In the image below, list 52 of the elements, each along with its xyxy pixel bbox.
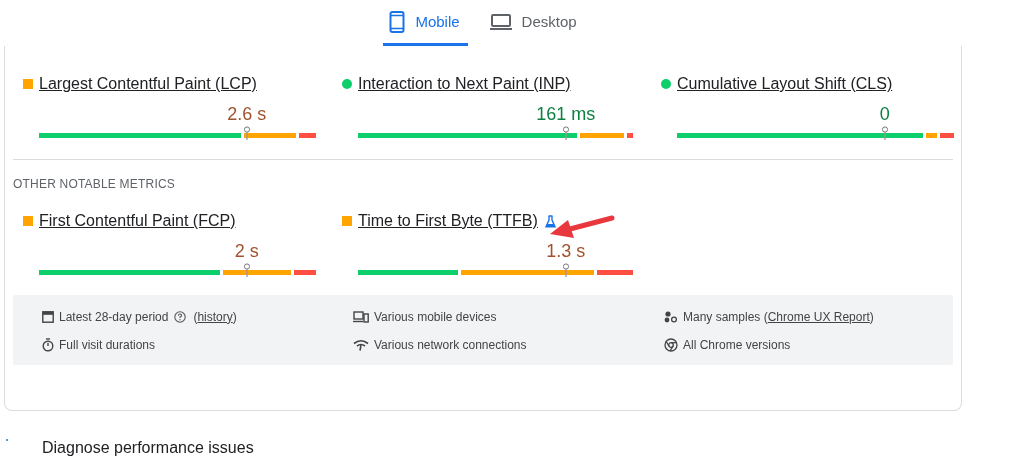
pin-marker [243, 126, 251, 140]
metric-value: 1.3 s [546, 241, 586, 261]
metric-title-link[interactable]: Largest Contentful Paint (LCP) [39, 75, 257, 93]
pin-marker [562, 263, 570, 277]
average-status-icon [23, 216, 33, 226]
metric-value: 2 s [234, 241, 259, 261]
distribution-segment [294, 270, 316, 275]
info-text: Various network connections [374, 337, 527, 352]
distribution-segment [926, 133, 938, 138]
device-tab[interactable]: Desktop [483, 0, 585, 46]
info-text: All Chrome versions [683, 337, 791, 352]
average-status-icon [23, 79, 33, 89]
metric-title-link[interactable]: Cumulative Layout Shift (CLS) [677, 75, 893, 93]
info-text: ( [193, 309, 198, 324]
info-text: Full visit durations [59, 337, 156, 352]
distribution-segment [627, 133, 633, 138]
pin-marker [881, 126, 889, 140]
metric-title-link[interactable]: Time to First Byte (TTFB) [358, 212, 538, 230]
info-text: Many samples ( [683, 309, 768, 324]
metric-title-link[interactable]: First Contentful Paint (FCP) [39, 212, 236, 230]
section-title: Diagnose performance issues [42, 439, 254, 457]
metric-value: 2.6 s [227, 104, 267, 124]
distribution-segment [299, 133, 316, 138]
metric-value: 0 [879, 104, 890, 124]
pin-marker [243, 263, 251, 277]
info-text: ) [232, 309, 237, 324]
info-text: Latest 28-day period [59, 309, 169, 324]
wifi-icon [353, 338, 369, 351]
distribution-segment [940, 133, 954, 138]
metric-value: 161 ms [536, 104, 596, 124]
info-link[interactable]: history [197, 309, 233, 324]
section-heading: OTHER NOTABLE METRICS [13, 177, 176, 191]
stopwatch-icon [42, 337, 54, 352]
good-status-icon [661, 79, 671, 89]
info-text: Various mobile devices [374, 309, 497, 324]
pin-marker [562, 126, 570, 140]
distribution-segment [243, 133, 297, 138]
chrome-icon [664, 337, 678, 352]
info-text: ) [869, 309, 874, 324]
good-status-icon [342, 79, 352, 89]
distribution-segment [222, 270, 292, 275]
device-tab[interactable]: Mobile [383, 0, 468, 46]
average-status-icon [342, 216, 352, 226]
laptop-icon [489, 13, 512, 30]
devices-icon [353, 310, 369, 323]
distribution-segment [579, 133, 625, 138]
metric-title-link[interactable]: Interaction to Next Paint (INP) [358, 75, 571, 93]
phone-icon [389, 10, 406, 33]
calendar-icon [42, 310, 54, 323]
help-icon[interactable] [174, 310, 187, 323]
dots-icon [664, 310, 678, 323]
distribution-segment [596, 270, 633, 275]
